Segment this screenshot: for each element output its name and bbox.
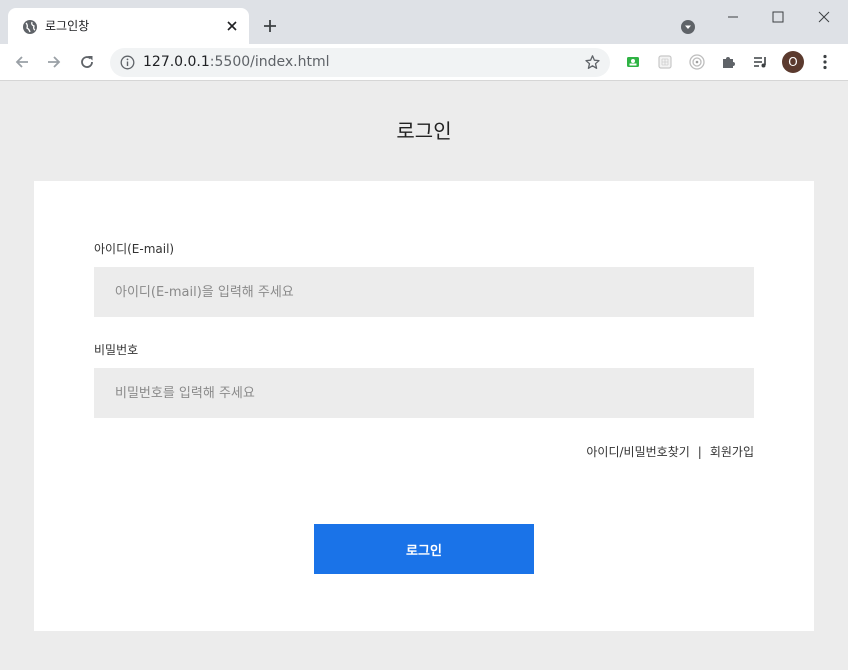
address-bar[interactable]: 127.0.0.1:5500/index.html — [110, 48, 610, 77]
window-close-icon[interactable] — [809, 6, 839, 28]
browser-tab[interactable]: 로그인창 — [8, 8, 249, 44]
back-arrow-icon[interactable] — [13, 53, 31, 71]
grid-extension-icon[interactable] — [656, 53, 674, 71]
id-input[interactable] — [94, 267, 754, 317]
password-input[interactable] — [94, 368, 754, 418]
media-queue-icon[interactable] — [752, 53, 770, 71]
url-host: 127.0.0.1 — [143, 54, 210, 70]
url-text: 127.0.0.1:5500/index.html — [143, 54, 330, 71]
maximize-icon[interactable] — [763, 6, 793, 28]
browser-tab-bar: 로그인창 — [0, 0, 848, 44]
link-separator: | — [697, 445, 702, 459]
page-title: 로그인 — [396, 119, 452, 143]
target-extension-icon[interactable] — [688, 53, 706, 71]
id-label: 아이디(E-mail) — [94, 242, 175, 256]
page-content: 로그인 아이디(E-mail) 비밀번호 아이디/비밀번호찾기 | 회원가입 로그인 — [1, 82, 847, 669]
reload-icon[interactable] — [78, 53, 96, 71]
login-card: 아이디(E-mail) 비밀번호 아이디/비밀번호찾기 | 회원가입 로그인 — [34, 181, 814, 631]
minimize-icon[interactable] — [718, 6, 748, 28]
avatar[interactable]: O — [782, 51, 804, 73]
account-links: 아이디/비밀번호찾기 | 회원가입 — [586, 444, 754, 460]
browser-toolbar: 127.0.0.1:5500/index.html O — [0, 44, 848, 81]
star-icon[interactable] — [584, 54, 601, 71]
signup-link[interactable]: 회원가입 — [710, 445, 754, 459]
globe-icon — [23, 20, 37, 34]
tab-search-icon[interactable] — [680, 19, 696, 35]
forward-arrow-icon[interactable] — [45, 53, 63, 71]
login-button[interactable]: 로그인 — [314, 524, 534, 574]
password-label: 비밀번호 — [94, 343, 139, 357]
puzzle-icon[interactable] — [720, 53, 738, 71]
info-icon[interactable] — [120, 55, 135, 70]
tab-title: 로그인창 — [45, 19, 90, 33]
url-path: :5500/index.html — [209, 54, 330, 70]
close-icon[interactable] — [224, 18, 240, 34]
plus-icon[interactable] — [262, 18, 278, 34]
screencast-extension-icon[interactable] — [624, 53, 642, 71]
find-account-link[interactable]: 아이디/비밀번호찾기 — [586, 445, 689, 459]
kebab-menu-icon[interactable] — [816, 53, 834, 71]
